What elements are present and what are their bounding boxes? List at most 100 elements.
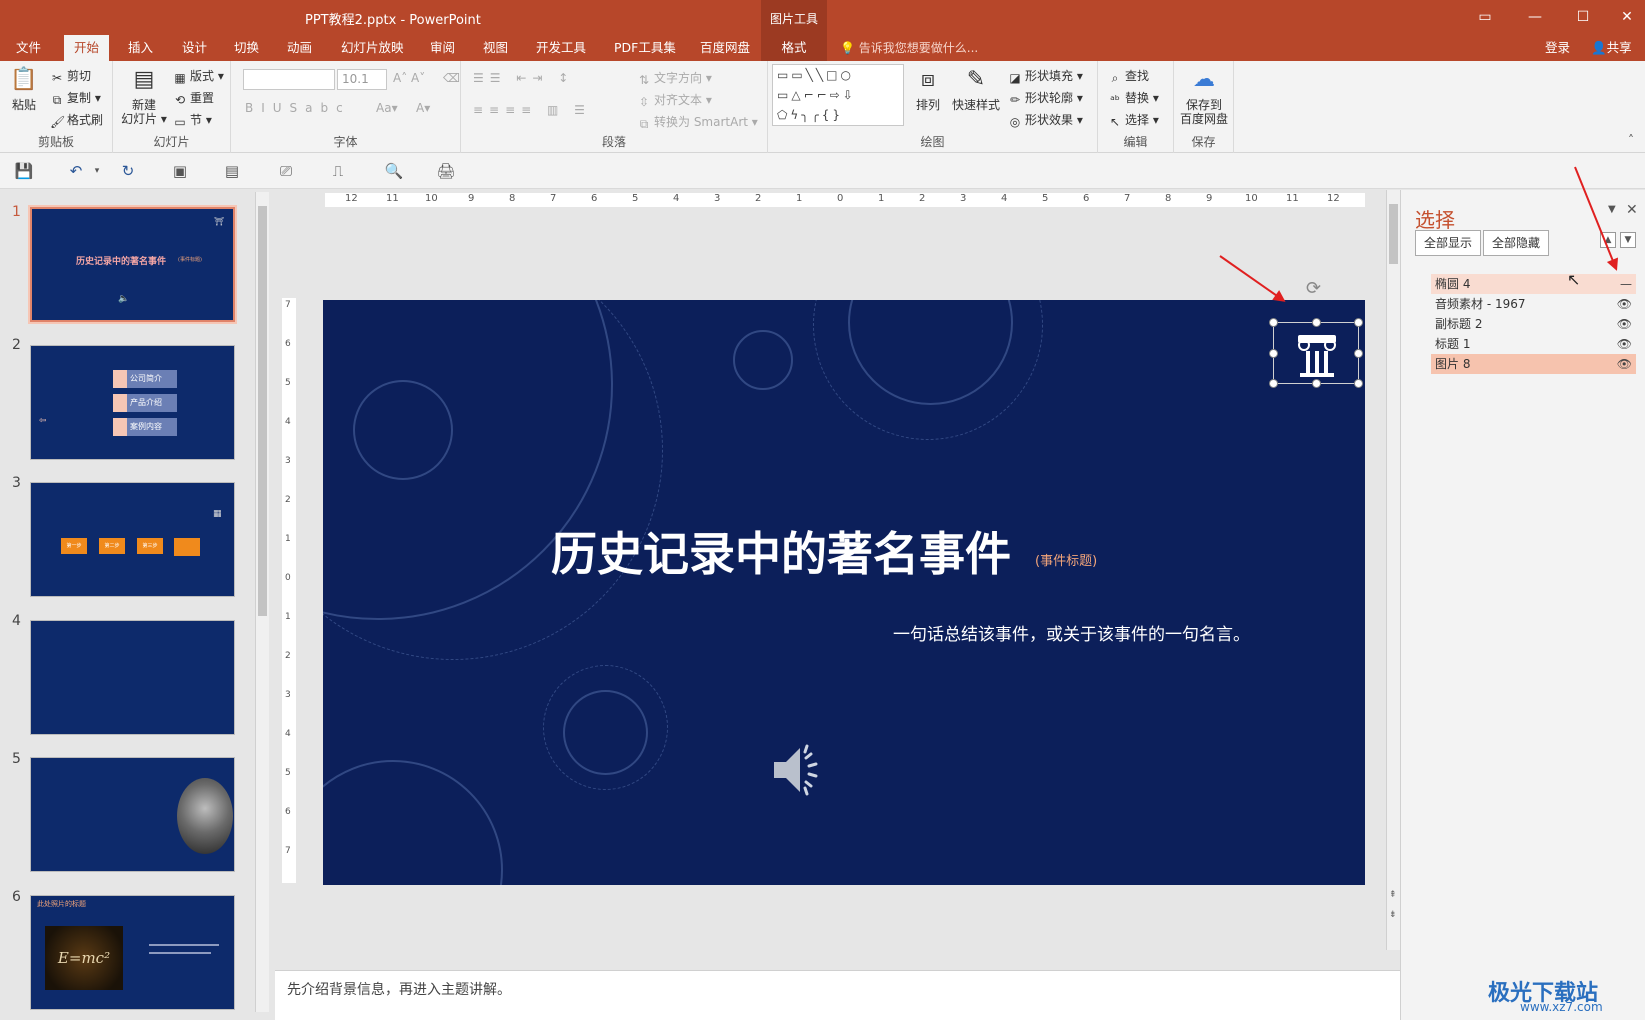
thumbnails-scroll-thumb[interactable] [258, 206, 267, 616]
selection-item-title-1[interactable]: 标题 1 👁 [1431, 334, 1636, 354]
text-direction-button[interactable]: ⇅ 文字方向 ▾ [637, 69, 712, 87]
selection-item-audio[interactable]: 音频素材 - 1967 👁 [1431, 294, 1636, 314]
resize-handle-ne[interactable] [1354, 318, 1363, 327]
eye-icon[interactable]: 👁 [1617, 314, 1632, 334]
tab-home[interactable]: 开始 [64, 35, 110, 61]
resize-handle-w[interactable] [1269, 349, 1278, 358]
close-icon[interactable]: ✕ [1612, 6, 1642, 28]
slide-title-tag[interactable]: (事件标题) [1035, 550, 1097, 569]
audio-speaker-icon[interactable] [768, 740, 828, 800]
share-button[interactable]: 👤共享 [1585, 37, 1638, 59]
font-color-icon[interactable]: A▾ [416, 101, 430, 115]
print-icon[interactable]: 🖨 [436, 161, 456, 181]
align-text-button[interactable]: ⇳ 对齐文本 ▾ [637, 91, 712, 109]
eye-icon[interactable]: 👁 [1617, 354, 1632, 374]
resize-handle-se[interactable] [1354, 379, 1363, 388]
reset-button[interactable]: ⟲ 重置 [173, 89, 214, 107]
format-painter-button[interactable]: 🖌 格式刷 [50, 111, 103, 129]
close-pane-icon[interactable]: ✕ [1626, 202, 1638, 218]
tab-pdf-tools[interactable]: PDF工具集 [604, 35, 686, 61]
new-slide-button[interactable]: ▤ 新建 幻灯片 ▾ [119, 65, 169, 126]
presenter-icon[interactable]: ⎚ [276, 161, 296, 181]
slide-thumbnail-3[interactable]: 第一步 第二步 第三步 ▦ [30, 482, 235, 597]
slide-thumbnail-4[interactable] [30, 620, 235, 735]
resize-handle-sw[interactable] [1269, 379, 1278, 388]
cut-button[interactable]: ✂ 剪切 [50, 67, 91, 85]
save-to-baidu-button[interactable]: ☁ 保存到 百度网盘 [1178, 65, 1230, 126]
undo-icon[interactable]: ↶ [66, 161, 86, 181]
shape-effects-button[interactable]: ◎ 形状效果 ▾ [1008, 111, 1083, 129]
section-button[interactable]: ▭ 节 ▾ [173, 111, 212, 129]
maximize-icon[interactable]: ☐ [1568, 6, 1598, 28]
tab-baidu-netdisk[interactable]: 百度网盘 [690, 35, 760, 61]
tab-design[interactable]: 设计 [172, 35, 217, 61]
alignment-buttons[interactable]: ≡≡≡≡ ▥ ☰ [473, 103, 591, 117]
notes-pane[interactable]: 先介绍背景信息，再进入主题讲解。 [275, 970, 1400, 1020]
thumbnails-scrollbar[interactable] [255, 192, 269, 1012]
selected-picture-8[interactable] [1269, 318, 1363, 388]
current-slide[interactable]: 历史记录中的著名事件 (事件标题) 一句话总结该事件，或关于该事件的一句名言。 [323, 300, 1365, 885]
tell-me-search[interactable]: 💡 告诉我您想要做什么... [840, 35, 978, 61]
paste-button[interactable]: 📋 粘贴 [6, 65, 42, 112]
tab-file[interactable]: 文件 [6, 35, 51, 61]
slide-thumbnail-6[interactable]: 此处照片的标题 E=mc² [30, 895, 235, 1010]
replace-button[interactable]: ᵃᵇ 替换 ▾ [1108, 89, 1159, 107]
arrange-button[interactable]: ⧈ 排列 [910, 65, 946, 112]
resize-handle-e[interactable] [1354, 349, 1363, 358]
next-slide-icon[interactable]: ⇟ [1389, 910, 1397, 920]
previous-slide-icon[interactable]: ⇞ [1389, 890, 1397, 900]
convert-smartart-button[interactable]: ⧉ 转换为 SmartArt ▾ [637, 113, 758, 131]
minimize-icon[interactable]: — [1520, 6, 1550, 28]
shape-fill-button[interactable]: ◪ 形状填充 ▾ [1008, 67, 1083, 85]
save-icon[interactable]: 💾 [14, 161, 34, 181]
from-beginning-icon[interactable]: ▣ [170, 161, 190, 181]
speaker-notes-text[interactable]: 先介绍背景信息，再进入主题讲解。 [287, 979, 511, 999]
slide-title[interactable]: 历史记录中的著名事件 [551, 518, 1011, 584]
tab-review[interactable]: 审阅 [420, 35, 465, 61]
print-preview-icon[interactable]: 🔍 [384, 161, 404, 181]
rotate-handle-icon[interactable]: ⟳ [1306, 278, 1321, 299]
slide-thumbnail-1[interactable]: 历史记录中的著名事件 (事件标题) 🔈 ⛩ [28, 205, 237, 324]
layout-button[interactable]: ▦ 版式 ▾ [173, 67, 224, 85]
increase-font-icon[interactable]: A˄ A˅ [393, 71, 425, 85]
pane-options-icon[interactable]: ▼ [1608, 204, 1616, 215]
editor-scroll-thumb[interactable] [1389, 204, 1398, 264]
show-all-button[interactable]: 全部显示 [1415, 230, 1482, 256]
tab-slideshow[interactable]: 幻灯片放映 [331, 35, 414, 61]
present-icon[interactable]: ⎍ [328, 161, 348, 181]
tab-transitions[interactable]: 切换 [224, 35, 269, 61]
send-backward-icon[interactable]: ▼ [1620, 232, 1636, 248]
resize-handle-nw[interactable] [1269, 318, 1278, 327]
font-style-buttons[interactable]: BIUSabc [245, 101, 351, 115]
redo-icon[interactable]: ↻ [118, 161, 138, 181]
login-link[interactable]: 登录 [1545, 35, 1570, 61]
slide-thumbnail-5[interactable] [30, 757, 235, 872]
copy-button[interactable]: ⧉ 复制 ▾ [50, 89, 101, 107]
list-buttons[interactable]: ☰☰ ⇤⇥ ↕ [473, 71, 574, 85]
tab-animations[interactable]: 动画 [277, 35, 322, 61]
selection-item-ellipse-4[interactable]: 椭圆 4 — [1431, 274, 1636, 294]
ribbon-display-options-icon[interactable]: ▭ [1470, 6, 1500, 28]
collapse-ribbon-icon[interactable]: ˄ [1628, 133, 1634, 147]
resize-handle-n[interactable] [1312, 318, 1321, 327]
tab-view[interactable]: 视图 [473, 35, 518, 61]
shapes-gallery[interactable]: ▭▭╲╲□○ ▭△⌐⌐⇨⇩ ⬠ϟ╮╭{} [772, 64, 904, 126]
undo-dropdown-icon[interactable]: ▾ [87, 161, 107, 181]
tab-insert[interactable]: 插入 [118, 35, 163, 61]
tab-format[interactable]: 格式 [761, 35, 827, 61]
hidden-dash-icon[interactable]: — [1620, 274, 1632, 294]
slide-thumbnail-2[interactable]: 公司简介 产品介绍 案例内容 ⇦ [30, 345, 235, 460]
tab-developer[interactable]: 开发工具 [526, 35, 596, 61]
selection-item-subtitle-2[interactable]: 副标题 2 👁 [1431, 314, 1636, 334]
select-button[interactable]: ↖ 选择 ▾ [1108, 111, 1159, 129]
eye-icon[interactable]: 👁 [1617, 294, 1632, 314]
font-size-combo[interactable]: 10.1 [337, 69, 387, 90]
find-button[interactable]: ⌕ 查找 [1108, 67, 1149, 85]
hide-all-button[interactable]: 全部隐藏 [1483, 230, 1550, 256]
change-case-icon[interactable]: Aa▾ [376, 101, 398, 115]
clear-format-icon[interactable]: ⌫ [443, 71, 460, 85]
selection-item-picture-8[interactable]: 图片 8 👁 [1431, 354, 1636, 374]
eye-icon[interactable]: 👁 [1617, 334, 1632, 354]
shape-outline-button[interactable]: ✏ 形状轮廓 ▾ [1008, 89, 1083, 107]
editor-scrollbar[interactable]: ⇞ ⇟ [1386, 190, 1400, 950]
